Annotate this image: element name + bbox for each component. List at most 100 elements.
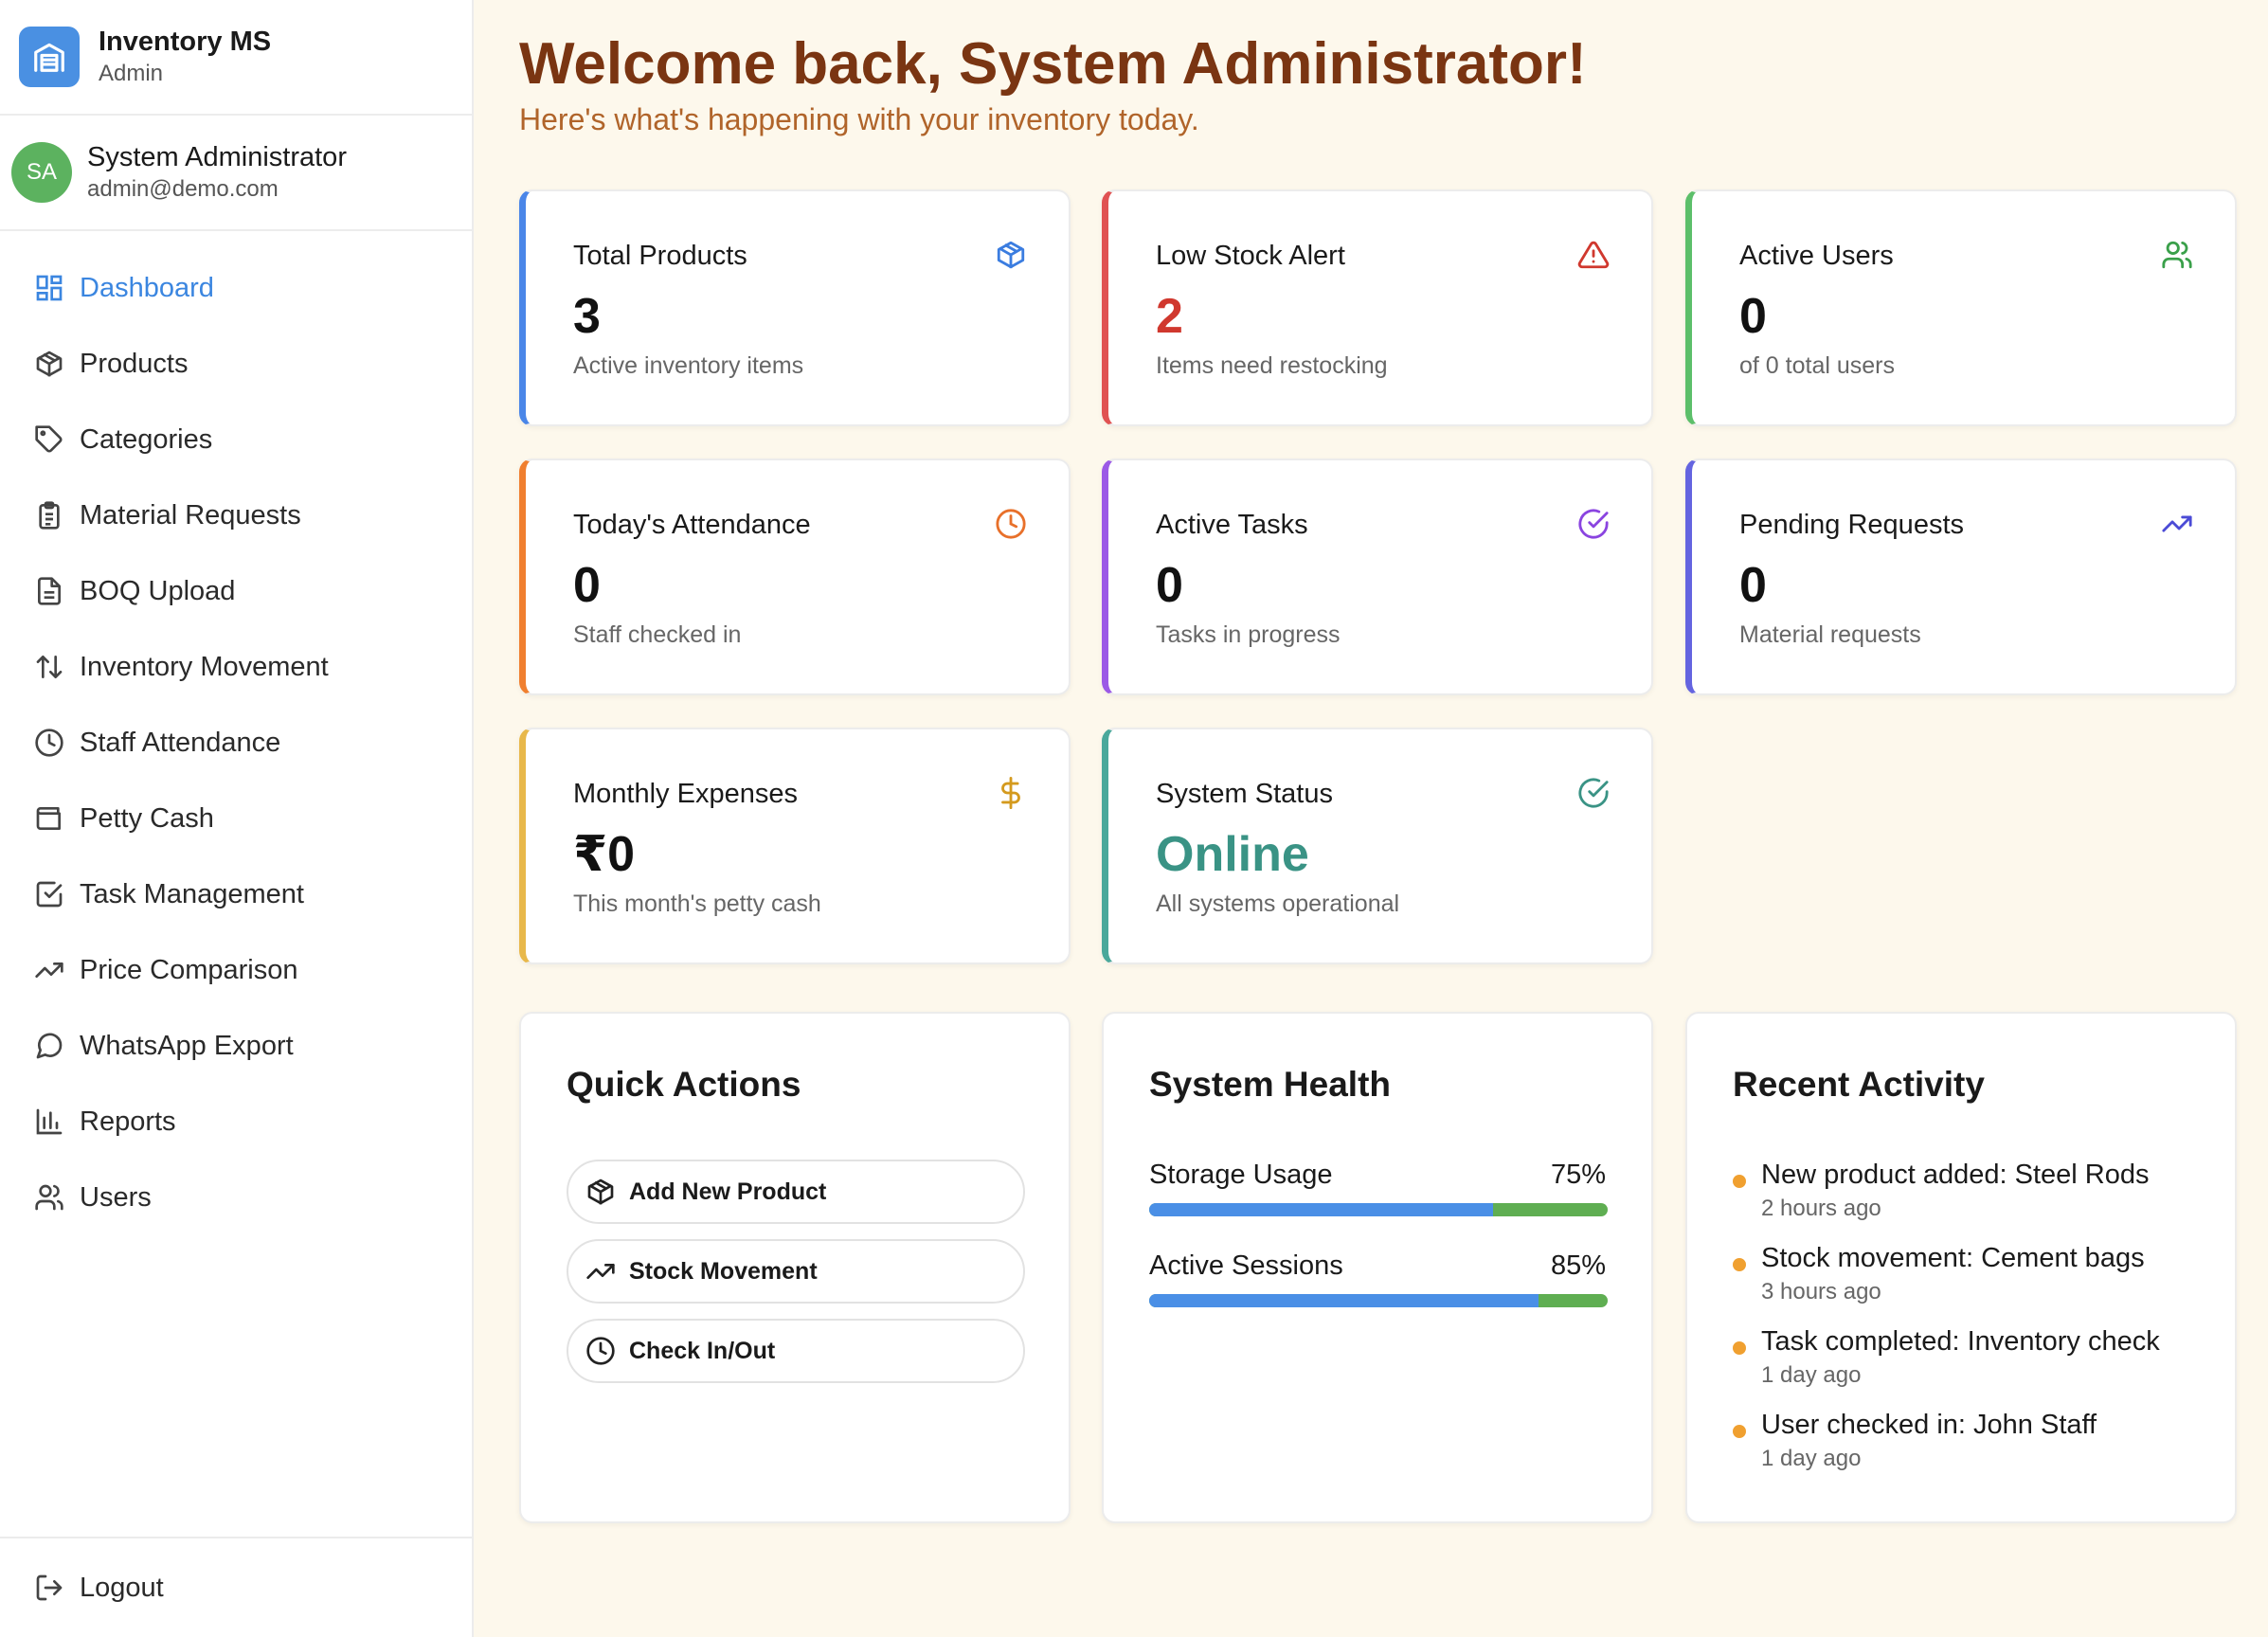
sidebar-item-users[interactable]: Users [0, 1160, 472, 1235]
brand-header[interactable]: Inventory MS Admin [0, 0, 472, 116]
sidebar-item-whatsapp-export[interactable]: WhatsApp Export [0, 1008, 472, 1084]
page-subtitle: Here's what's happening with your invent… [519, 102, 1199, 136]
stat-card-low-stock[interactable]: Low Stock Alert 2 Items need restocking [1102, 189, 1653, 426]
stat-note: All systems operational [1156, 890, 1400, 917]
activity-text: New product added: Steel Rods [1761, 1160, 2150, 1190]
stat-value: 2 [1156, 289, 1183, 344]
check-circle-icon [1577, 508, 1610, 540]
stock-movement-button[interactable]: Stock Movement [567, 1239, 1025, 1304]
activity-time: 1 day ago [1761, 1446, 1862, 1471]
sidebar-item-label: Material Requests [80, 499, 301, 531]
activity-time: 1 day ago [1761, 1362, 1862, 1388]
sidebar-item-label: Task Management [80, 878, 304, 909]
users-icon [2161, 239, 2193, 271]
warehouse-icon [19, 27, 80, 87]
sidebar-item-staff-attendance[interactable]: Staff Attendance [0, 705, 472, 781]
clock-icon [585, 1336, 616, 1366]
package-icon [585, 1177, 616, 1207]
sidebar-item-label: WhatsApp Export [80, 1030, 294, 1061]
dollar-icon [995, 777, 1027, 809]
add-new-product-button[interactable]: Add New Product [567, 1160, 1025, 1224]
clock-icon [34, 728, 64, 758]
logout-label: Logout [80, 1572, 164, 1603]
stat-value: 0 [1739, 289, 1767, 344]
stat-note: of 0 total users [1739, 352, 1895, 379]
sidebar-item-label: Staff Attendance [80, 727, 281, 758]
alert-triangle-icon [1577, 239, 1610, 271]
stat-label: Active Tasks [1156, 510, 1308, 540]
logout-icon [34, 1573, 64, 1603]
sidebar-item-petty-cash[interactable]: Petty Cash [0, 781, 472, 856]
stat-value: ₹0 [573, 827, 636, 882]
tag-icon [34, 424, 64, 455]
storage-usage-bar [1149, 1203, 1608, 1216]
sidebar-item-products[interactable]: Products [0, 326, 472, 402]
package-icon [34, 349, 64, 379]
stat-note: Items need restocking [1156, 352, 1388, 379]
button-label: Check In/Out [629, 1337, 776, 1364]
check-circle-icon [1577, 777, 1610, 809]
stat-card-attendance[interactable]: Today's Attendance 0 Staff checked in [519, 459, 1071, 695]
logout-button[interactable]: Logout [0, 1550, 164, 1626]
sidebar-item-task-management[interactable]: Task Management [0, 856, 472, 932]
sidebar-item-label: BOQ Upload [80, 575, 236, 606]
panel-title: Quick Actions [567, 1065, 801, 1104]
sidebar-item-label: Users [80, 1181, 152, 1213]
sidebar: Inventory MS Admin SA System Administrat… [0, 0, 474, 1637]
app-title: Inventory MS [99, 27, 272, 57]
sidebar-item-label: Products [80, 348, 189, 379]
sidebar-item-material-requests[interactable]: Material Requests [0, 477, 472, 553]
activity-text: Stock movement: Cement bags [1761, 1243, 2145, 1273]
profile-name: System Administrator [87, 142, 347, 172]
dashboard-icon [34, 273, 64, 303]
activity-dot [1733, 1175, 1746, 1188]
metric-value: 85% [1550, 1250, 1606, 1281]
stat-note: Staff checked in [573, 621, 742, 648]
user-profile[interactable]: SA System Administrator admin@demo.com [0, 116, 472, 231]
bar-chart-icon [34, 1106, 64, 1137]
stat-value: 0 [1739, 558, 1767, 613]
stat-note: Tasks in progress [1156, 621, 1341, 648]
stat-label: Active Users [1739, 241, 1894, 271]
users-icon [34, 1182, 64, 1213]
stat-note: This month's petty cash [573, 890, 821, 917]
stat-card-total-products[interactable]: Total Products 3 Active inventory items [519, 189, 1071, 426]
trending-up-icon [585, 1256, 616, 1286]
stat-label: Total Products [573, 241, 747, 271]
sidebar-item-inventory-movement[interactable]: Inventory Movement [0, 629, 472, 705]
button-label: Add New Product [629, 1178, 827, 1205]
avatar: SA [11, 142, 72, 203]
metric-label: Storage Usage [1149, 1160, 1333, 1190]
stat-card-pending-requests[interactable]: Pending Requests 0 Material requests [1685, 459, 2237, 695]
stat-value: 3 [573, 289, 601, 344]
sidebar-item-dashboard[interactable]: Dashboard [0, 250, 472, 326]
stat-card-system-status[interactable]: System Status Online All systems operati… [1102, 728, 1653, 964]
stat-note: Active inventory items [573, 352, 804, 379]
page-title: Welcome back, System Administrator! [519, 31, 1587, 97]
sidebar-item-reports[interactable]: Reports [0, 1084, 472, 1160]
stat-card-active-tasks[interactable]: Active Tasks 0 Tasks in progress [1102, 459, 1653, 695]
check-in-out-button[interactable]: Check In/Out [567, 1319, 1025, 1383]
stat-card-active-users[interactable]: Active Users 0 of 0 total users [1685, 189, 2237, 426]
check-square-icon [34, 879, 64, 909]
sidebar-item-price-comparison[interactable]: Price Comparison [0, 932, 472, 1008]
stat-label: Pending Requests [1739, 510, 1964, 540]
metric-value: 75% [1550, 1160, 1606, 1190]
sidebar-item-label: Categories [80, 423, 213, 455]
stat-label: Monthly Expenses [573, 779, 798, 809]
wallet-icon [34, 803, 64, 834]
stat-card-monthly-expenses[interactable]: Monthly Expenses ₹0 This month's petty c… [519, 728, 1071, 964]
sidebar-item-boq-upload[interactable]: BOQ Upload [0, 553, 472, 629]
file-text-icon [34, 576, 64, 606]
profile-email: admin@demo.com [87, 176, 279, 202]
sidebar-item-categories[interactable]: Categories [0, 402, 472, 477]
active-sessions-bar [1149, 1294, 1608, 1307]
activity-dot [1733, 1341, 1746, 1355]
trending-up-icon [34, 955, 64, 985]
stat-label: Today's Attendance [573, 510, 811, 540]
sidebar-item-label: Inventory Movement [80, 651, 329, 682]
stat-label: Low Stock Alert [1156, 241, 1345, 271]
metric-label: Active Sessions [1149, 1250, 1343, 1281]
sidebar-footer: Logout [0, 1537, 472, 1637]
button-label: Stock Movement [629, 1257, 818, 1285]
